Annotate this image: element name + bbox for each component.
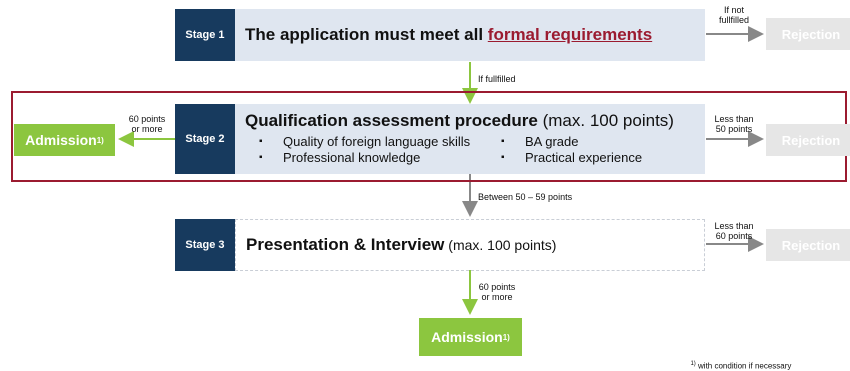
stage2-admission-note: 60 points or more [128,114,166,134]
stage3-admission: Admission 1) [419,318,522,356]
stage2-title-suffix: (max. 100 points) [537,111,674,130]
stage2-criteria-right: ▪ BA grade ▪ Practical experience [501,134,642,166]
footnote-text: with condition if necessary [695,361,792,371]
formal-requirements-link[interactable]: formal requirements [488,25,652,45]
stage1-title: The application must meet all [245,25,488,44]
stage3-rejection: Rejection [766,229,850,261]
stage3-title-suffix: (max. 100 points) [444,237,557,253]
stage1-not-fulfilled-note: If not fullfilled [718,5,749,25]
stage2-between-note: Between 50 – 59 points [478,192,573,202]
stage2-rejection: Rejection [766,124,850,156]
stage3-box: Presentation & Interview (max. 100 point… [235,219,705,271]
stage3-title: Presentation & Interview [246,235,445,254]
stage1-fulfilled-note: If fullfilled [478,74,516,84]
stage1-rejection: Rejection [766,18,850,50]
stage2-box: Qualification assessment procedure (max.… [235,104,705,174]
criterion-item: ▪ Practical experience [501,150,643,165]
stage3-rejection-note: Less than 60 points [714,221,754,241]
stage1-box: The application must meet all formal req… [235,9,705,61]
stage2-rejection-note: Less than 50 points [714,114,754,134]
stage1-label: Stage 1 [175,9,235,61]
criterion-item: ▪ Quality of foreign language skills [259,134,471,149]
stage3-admission-note: 60 points or more [478,282,516,302]
stage2-title: Qualification assessment procedure [245,111,538,130]
footnote: 1) with condition if necessary [686,352,791,371]
stage3-label: Stage 3 [175,219,235,271]
stage2-admission: Admission 1) [14,124,115,156]
criterion-item: ▪ BA grade [501,134,579,149]
criterion-item: ▪ Professional knowledge [259,150,421,165]
stage2-label: Stage 2 [175,104,235,174]
stage2-criteria-left: ▪ Quality of foreign language skills ▪ Pro… [245,134,501,166]
